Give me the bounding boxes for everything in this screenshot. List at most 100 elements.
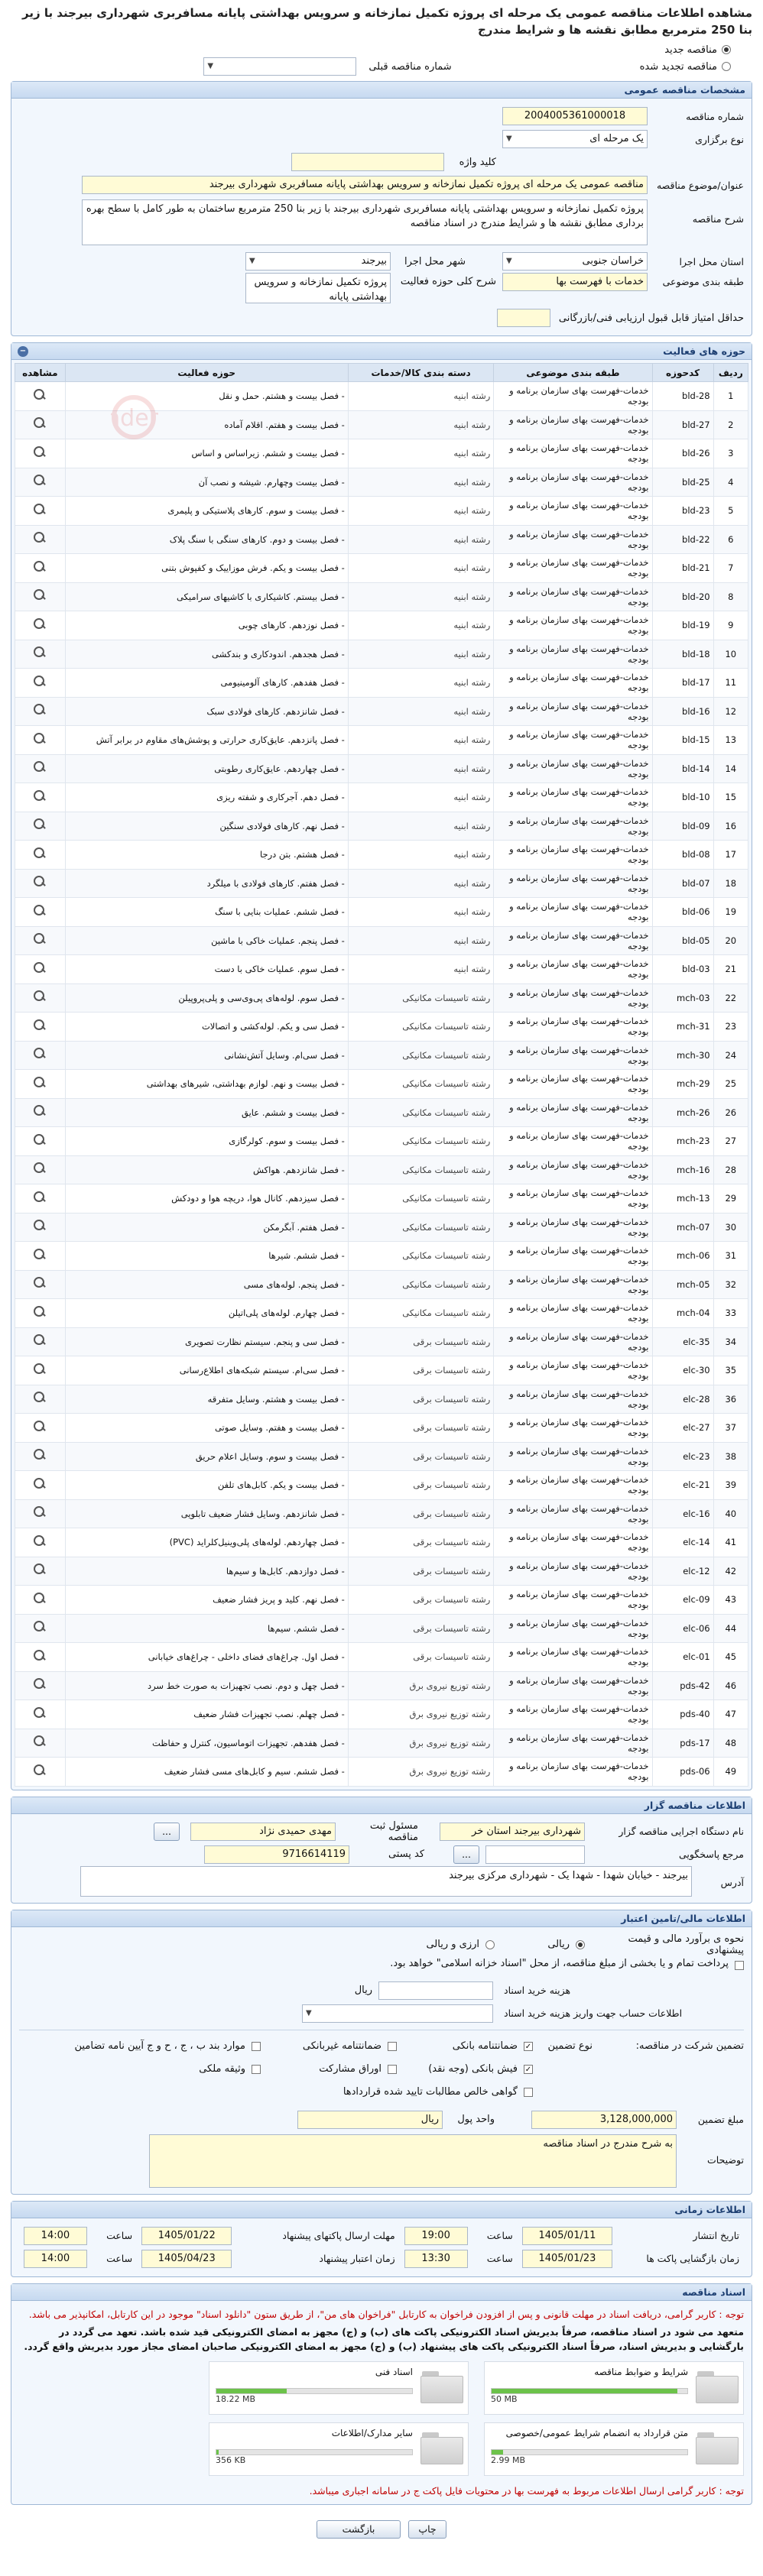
doc-card[interactable]: سایر مدارک/اطلاعات 356 KB <box>209 2422 469 2476</box>
doc-card[interactable]: شرایط و ضوابط مناقصه 50 MB <box>484 2361 744 2415</box>
keyword-field[interactable] <box>291 153 444 171</box>
magnifier-icon[interactable] <box>33 388 47 402</box>
city-select[interactable]: بیرجند ▼ <box>245 252 391 271</box>
opt6-checkbox[interactable] <box>252 2064 261 2074</box>
magnifier-icon[interactable] <box>33 1133 47 1147</box>
person-lookup-button[interactable]: ... <box>154 1822 180 1841</box>
topic-field[interactable]: خدمات با فهرست بها <box>502 273 648 291</box>
opt7-checkbox[interactable] <box>524 2087 533 2097</box>
radio-renew-icon[interactable] <box>722 62 731 71</box>
opt2-checkbox[interactable] <box>388 2041 397 2051</box>
magnifier-icon[interactable] <box>33 1162 47 1175</box>
magnifier-icon[interactable] <box>33 1677 47 1691</box>
prev-tender-select[interactable]: ▼ <box>203 57 357 76</box>
magnifier-icon[interactable] <box>33 646 47 659</box>
magnifier-icon[interactable] <box>33 1191 47 1204</box>
subject-field[interactable]: مناقصه عمومی یک مرحله ای پروژه تکمیل نما… <box>82 176 648 194</box>
magnifier-icon[interactable] <box>33 531 47 545</box>
magnifier-icon[interactable] <box>33 1104 47 1118</box>
amount-field[interactable]: 3,128,000,000 <box>531 2110 677 2129</box>
magnifier-icon[interactable] <box>33 416 47 430</box>
magnifier-icon[interactable] <box>33 990 47 1003</box>
open-date-field[interactable]: 1405/01/23 <box>521 2249 613 2268</box>
radio-new-tender[interactable]: مناقصه جدید <box>11 41 752 58</box>
account-select[interactable]: ▼ <box>302 2004 493 2023</box>
send-deadline-field[interactable]: 1405/01/22 <box>141 2226 232 2245</box>
province-select[interactable]: خراسان جنوبی ▼ <box>502 252 648 271</box>
rial-radio[interactable] <box>576 1939 585 1949</box>
address-field[interactable]: بیرجند - خیابان شهدا - شهدا یک - شهرداری… <box>80 1865 692 1897</box>
magnifier-icon[interactable] <box>33 1391 47 1405</box>
magnifier-icon[interactable] <box>33 904 47 918</box>
magnifier-icon[interactable] <box>33 932 47 946</box>
magnifier-icon[interactable] <box>33 1019 47 1032</box>
open-time-field[interactable]: 13:30 <box>404 2249 468 2268</box>
print-button[interactable]: چاپ <box>408 2519 446 2539</box>
validity-date-field[interactable]: 1405/04/23 <box>141 2249 232 2268</box>
magnifier-icon[interactable] <box>33 1534 47 1548</box>
postal-field[interactable]: 9716614119 <box>204 1845 350 1864</box>
doc-card[interactable]: متن قرارداد به انضمام شرایط عمومی/خصوصی 2… <box>484 2422 744 2476</box>
magnifier-icon[interactable] <box>33 1505 47 1519</box>
collapse-icon[interactable]: − <box>18 346 28 357</box>
ref-lookup-button[interactable]: ... <box>453 1845 479 1864</box>
magnifier-icon[interactable] <box>33 675 47 689</box>
magnifier-icon[interactable] <box>33 1305 47 1319</box>
magnifier-icon[interactable] <box>33 588 47 602</box>
magnifier-icon[interactable] <box>33 617 47 631</box>
ref-field[interactable] <box>485 1845 585 1864</box>
notes-field[interactable]: به شرح مندرج در اسناد مناقصه <box>149 2134 677 2188</box>
opt3-checkbox[interactable] <box>252 2041 261 2051</box>
unit-field[interactable]: ریال <box>297 2110 443 2129</box>
tender-number-field[interactable]: 2004005361000018 <box>502 107 648 125</box>
magnifier-icon[interactable] <box>33 1276 47 1290</box>
magnifier-icon[interactable] <box>33 446 47 459</box>
magnifier-icon[interactable] <box>33 961 47 975</box>
magnifier-icon[interactable] <box>33 818 47 831</box>
radio-renewed-tender[interactable]: مناقصه تجدید شده شماره مناقصه قبلی ▼ <box>11 57 752 76</box>
back-button[interactable]: بازگشت <box>317 2519 401 2539</box>
magnifier-icon[interactable] <box>33 1047 47 1061</box>
magnifier-icon[interactable] <box>33 847 47 860</box>
fx-radio[interactable] <box>485 1939 495 1949</box>
magnifier-icon[interactable] <box>33 703 47 717</box>
validity-time-field[interactable]: 14:00 <box>24 2249 87 2268</box>
pub-date-field[interactable]: 1405/01/11 <box>521 2226 613 2245</box>
magnifier-icon[interactable] <box>33 1592 47 1606</box>
org-field[interactable]: شهرداری بیرجند استان خر <box>440 1822 585 1841</box>
opt4-checkbox[interactable] <box>524 2064 533 2074</box>
description-field[interactable]: پروژه تکمیل نمازخانه و سرویس بهداشتی پای… <box>82 199 648 245</box>
magnifier-icon[interactable] <box>33 875 47 889</box>
fee-field[interactable] <box>378 1981 493 2000</box>
magnifier-icon[interactable] <box>33 1764 47 1777</box>
opt5-checkbox[interactable] <box>388 2064 397 2074</box>
treasury-checkbox[interactable] <box>735 1960 744 1970</box>
pub-time-field[interactable]: 19:00 <box>404 2226 468 2245</box>
magnifier-icon[interactable] <box>33 1076 47 1090</box>
min-score-field[interactable] <box>497 309 550 327</box>
magnifier-icon[interactable] <box>33 760 47 774</box>
magnifier-icon[interactable] <box>33 732 47 746</box>
magnifier-icon[interactable] <box>33 1706 47 1720</box>
radio-new-icon[interactable] <box>722 45 731 54</box>
magnifier-icon[interactable] <box>33 503 47 517</box>
magnifier-icon[interactable] <box>33 1248 47 1262</box>
magnifier-icon[interactable] <box>33 1448 47 1462</box>
magnifier-icon[interactable] <box>33 1420 47 1434</box>
magnifier-icon[interactable] <box>33 1563 47 1576</box>
send-time-field[interactable]: 14:00 <box>24 2226 87 2245</box>
magnifier-icon[interactable] <box>33 1363 47 1376</box>
magnifier-icon[interactable] <box>33 1649 47 1663</box>
magnifier-icon[interactable] <box>33 560 47 574</box>
magnifier-icon[interactable] <box>33 1477 47 1491</box>
magnifier-icon[interactable] <box>33 1219 47 1233</box>
opt1-checkbox[interactable] <box>524 2041 533 2051</box>
magnifier-icon[interactable] <box>33 1735 47 1748</box>
magnifier-icon[interactable] <box>33 1620 47 1634</box>
magnifier-icon[interactable] <box>33 474 47 488</box>
person-field[interactable]: مهدی حمیدی نژاد <box>190 1822 336 1841</box>
magnifier-icon[interactable] <box>33 1333 47 1347</box>
scope-field[interactable]: پروژه تکمیل نمازخانه و سرویس بهداشتی پای… <box>245 273 391 303</box>
type-select[interactable]: یک مرحله ای ▼ <box>502 130 648 148</box>
doc-card[interactable]: اسناد فنی 18.22 MB <box>209 2361 469 2415</box>
